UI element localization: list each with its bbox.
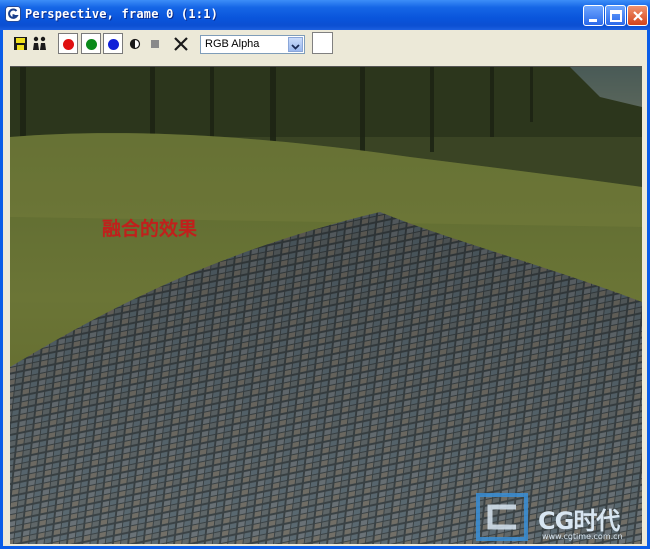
channel-select-value: RGB Alpha	[205, 38, 260, 50]
app-icon	[5, 6, 21, 22]
maximize-icon	[610, 10, 622, 22]
toolbar: RGB Alpha	[3, 30, 647, 60]
close-button[interactable]	[627, 5, 648, 26]
alpha-channel-icon[interactable]	[146, 35, 164, 53]
blue-channel-toggle[interactable]	[103, 33, 123, 54]
save-icon[interactable]	[12, 35, 30, 53]
watermark-url: www.cgtime.com.cn	[542, 532, 623, 541]
minimize-button[interactable]	[583, 5, 604, 26]
channel-select[interactable]: RGB Alpha	[200, 35, 305, 54]
rendered-image	[10, 67, 642, 544]
red-channel-icon	[63, 39, 74, 50]
chevron-down-icon	[291, 44, 300, 50]
monochrome-icon[interactable]	[126, 35, 144, 53]
render-viewport: 融合的效果 CG时代 www.cgtime.com.cn	[10, 66, 642, 544]
render-window: Perspective, frame 0 (1:1) RGB Alpha 融合的…	[0, 0, 650, 549]
clone-icon[interactable]	[31, 35, 49, 53]
green-channel-icon	[86, 39, 97, 50]
color-swatch[interactable]	[312, 32, 333, 54]
window-title: Perspective, frame 0 (1:1)	[25, 7, 219, 21]
dropdown-arrow[interactable]	[288, 37, 303, 52]
window-body: RGB Alpha 融合的效果 CG时代 www.cgtime.com.cn	[3, 30, 647, 546]
watermark-brand: CG时代	[538, 507, 620, 535]
red-channel-toggle[interactable]	[58, 33, 78, 54]
minimize-icon	[589, 19, 597, 22]
blue-channel-icon	[108, 39, 119, 50]
overlay-caption: 融合的效果	[102, 218, 198, 240]
close-icon	[633, 11, 643, 21]
title-bar[interactable]: Perspective, frame 0 (1:1)	[0, 0, 650, 30]
maximize-button[interactable]	[605, 5, 626, 26]
green-channel-toggle[interactable]	[81, 33, 101, 54]
clear-icon[interactable]	[172, 35, 190, 53]
